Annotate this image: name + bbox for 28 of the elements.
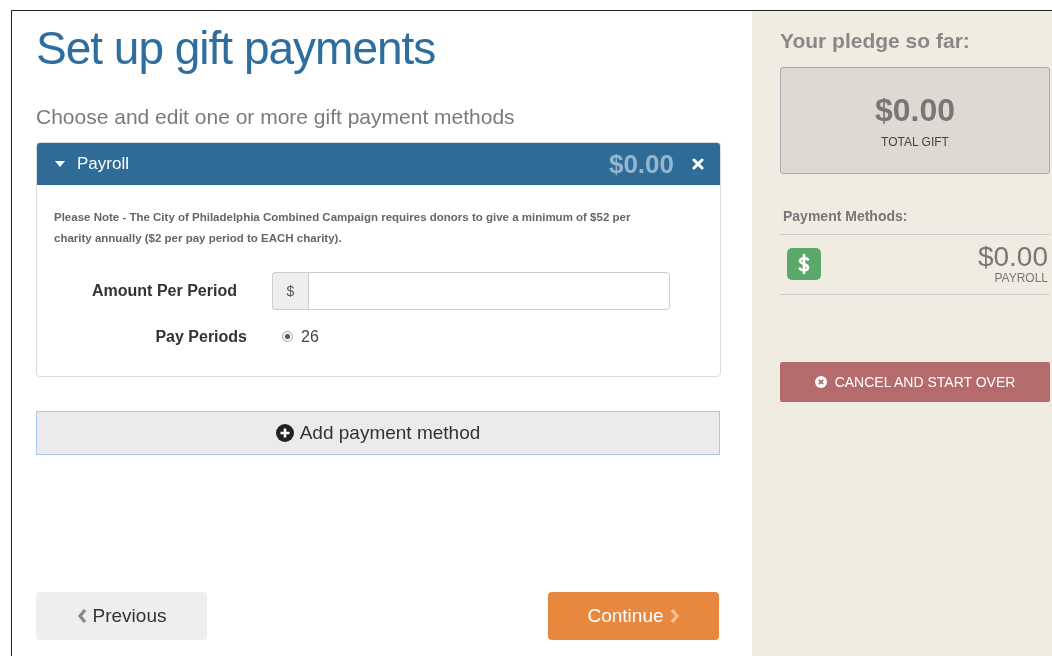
radio-button[interactable] xyxy=(282,331,293,343)
previous-button[interactable]: Previous xyxy=(36,592,207,640)
method-amount: $0.00 xyxy=(608,148,674,180)
plus-circle-icon xyxy=(275,423,294,442)
note-text: Please Note - The City of Philadelphia Combined Campaign requires donors to give a minimum of $52 per charity annually ($2 per pay period to EACH charity). xyxy=(54,210,632,246)
add-payment-method-button[interactable]: Add payment method xyxy=(36,410,720,455)
field-label: Pay Periods xyxy=(154,327,248,346)
methods-heading: Payment Methods: xyxy=(780,208,1050,235)
cancel-circle-icon xyxy=(814,376,827,388)
total-label: TOTAL GIFT xyxy=(881,135,949,149)
close-button[interactable] xyxy=(692,158,704,171)
close-icon xyxy=(692,158,704,171)
panel-header[interactable]: Payroll $0.00 xyxy=(37,143,720,186)
radio-label: 26 xyxy=(301,327,319,346)
chevron-right-icon xyxy=(669,608,680,624)
method-name: Payroll xyxy=(77,154,130,175)
amount-input-field[interactable] xyxy=(307,271,670,310)
method-summary-label: PAYROLL xyxy=(993,271,1048,285)
method-summary-amount: $0.00 xyxy=(977,243,1048,271)
field-label: Amount Per Period xyxy=(91,281,238,300)
total-amount: $0.00 xyxy=(874,92,956,129)
sidebar-heading: Your pledge so far: xyxy=(780,29,971,53)
page-title: Set up gift payments xyxy=(36,21,437,76)
dollar-icon xyxy=(787,248,821,280)
currency-addon: $ xyxy=(271,271,308,310)
chevron-left-icon xyxy=(76,608,87,624)
page-subtitle: Choose and edit one or more gift payment methods xyxy=(36,104,516,130)
cancel-button[interactable]: CANCEL AND START OVER xyxy=(780,362,1050,402)
